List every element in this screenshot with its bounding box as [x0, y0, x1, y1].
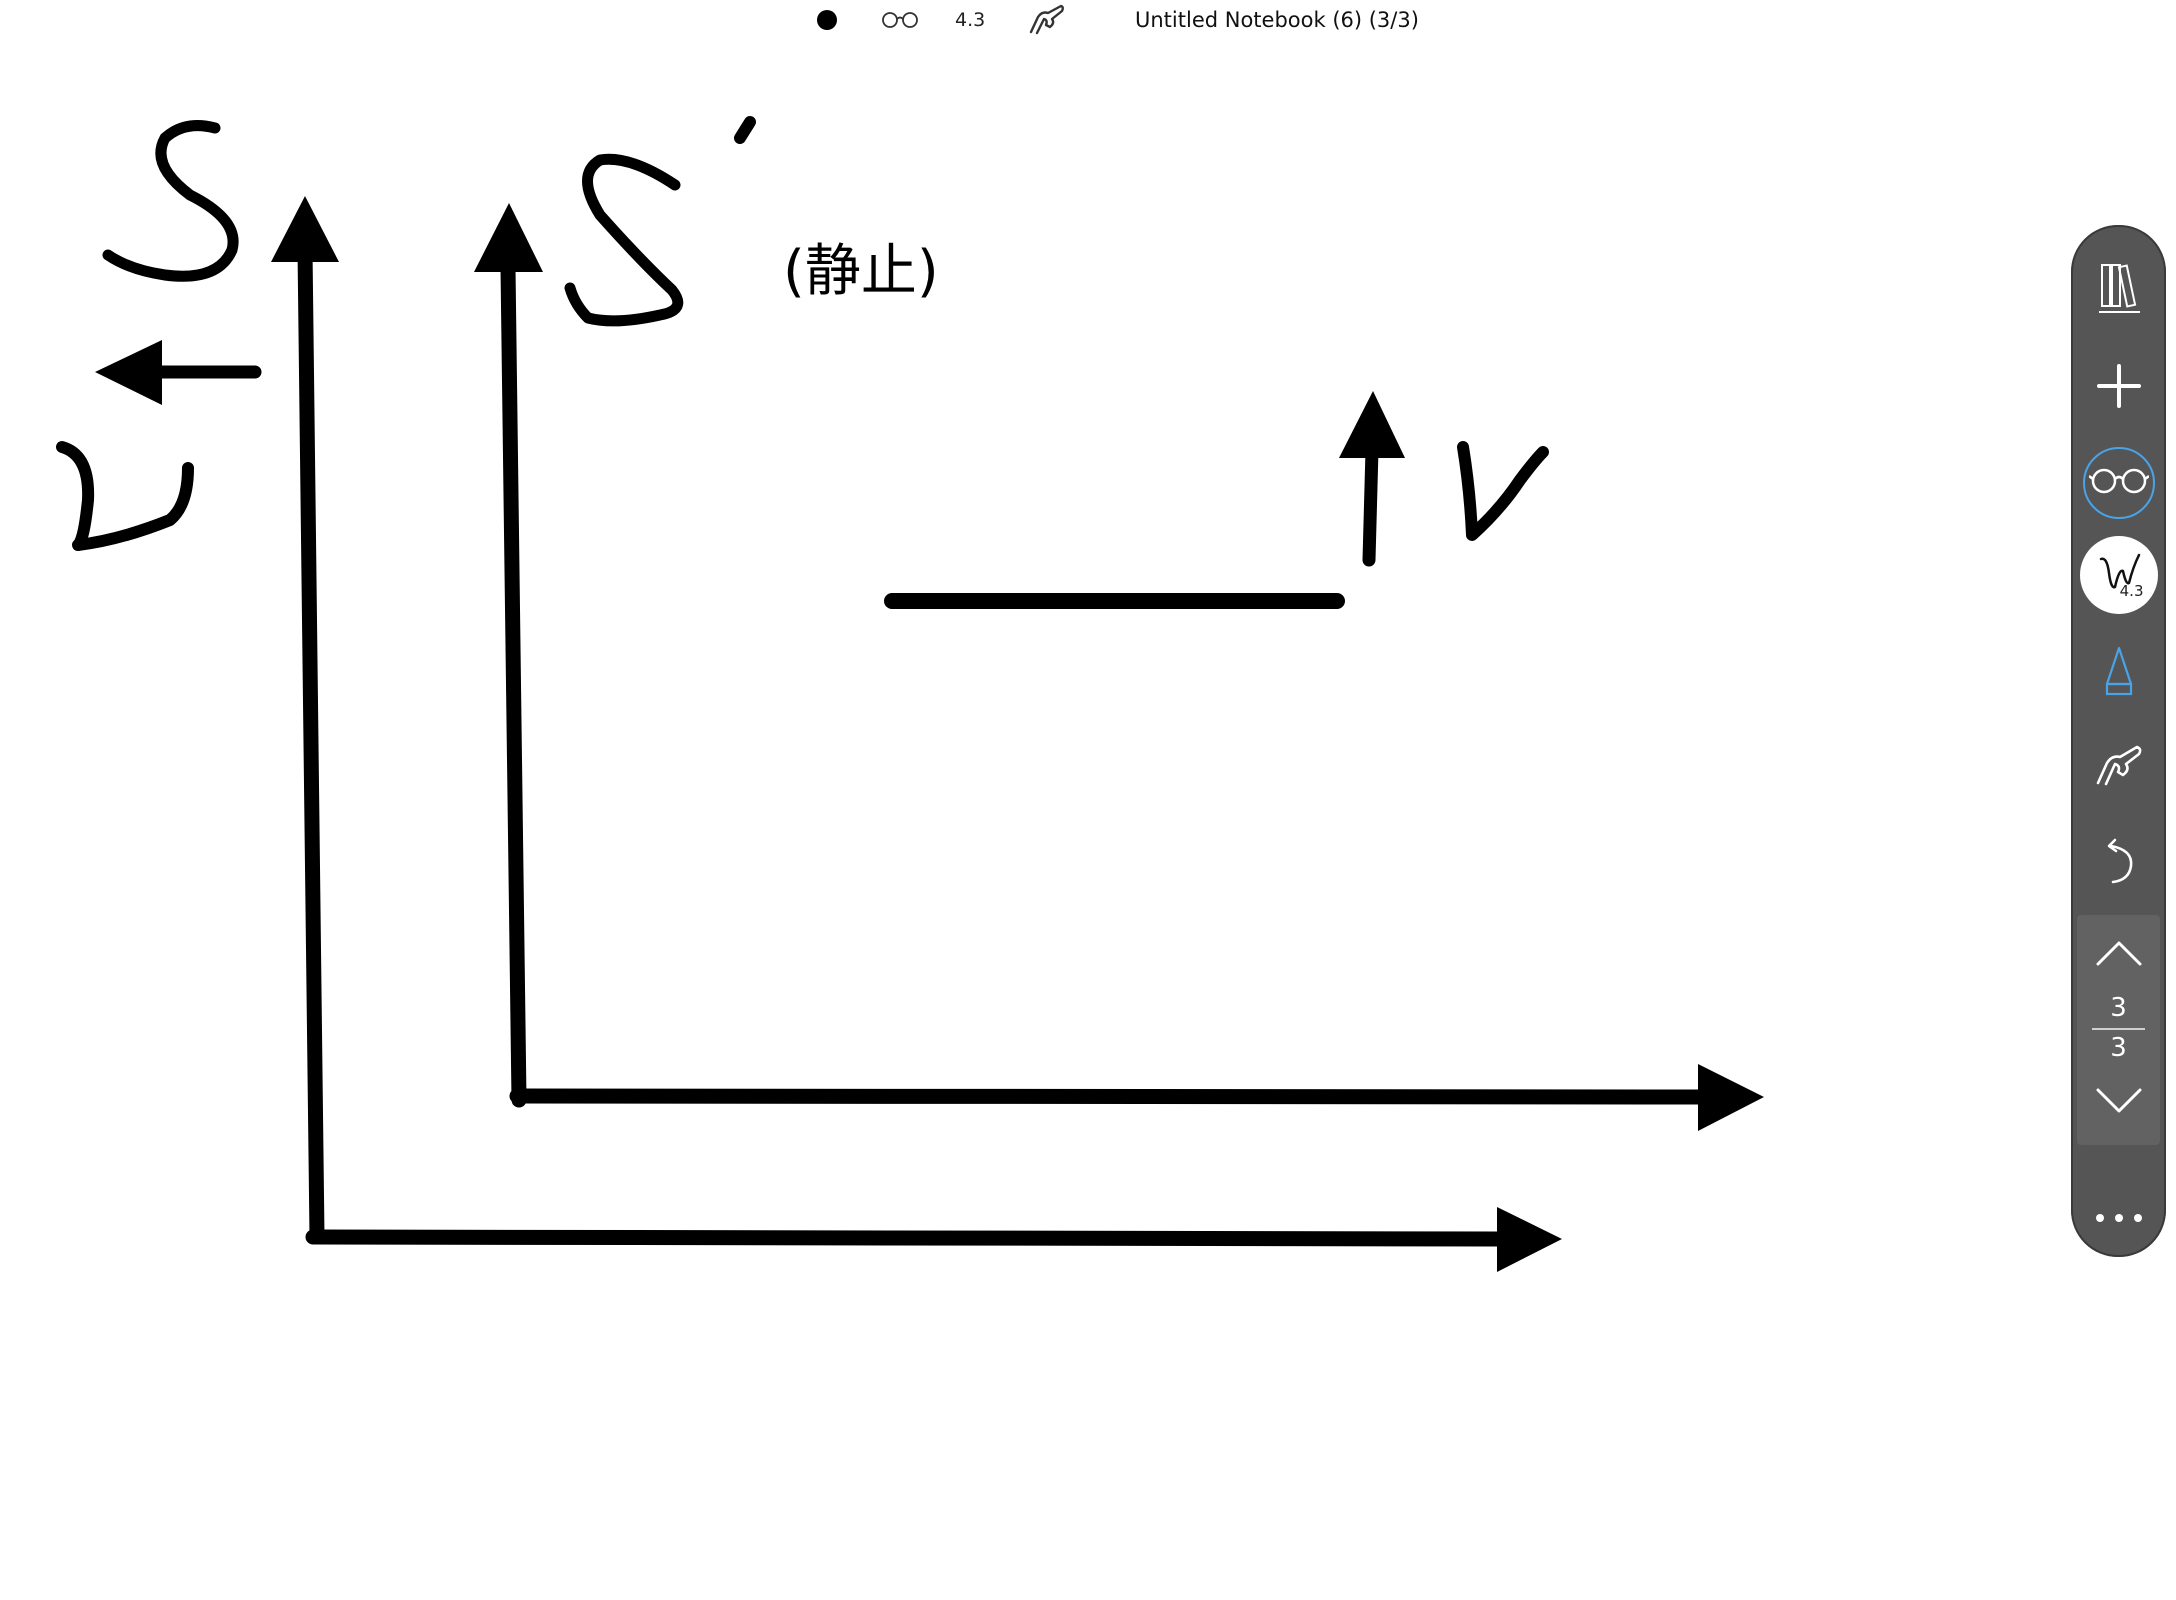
pencil-icon	[2101, 644, 2137, 702]
undo-icon	[2099, 838, 2139, 892]
pencil-tool-button[interactable]	[2071, 633, 2166, 713]
pen-tool-button[interactable]: 4.3	[2071, 535, 2166, 615]
reading-mode-button[interactable]	[2071, 443, 2166, 523]
right-toolbar: 4.3 3 3	[2071, 225, 2166, 1257]
rod-velocity-letter-v	[1457, 441, 1549, 541]
pen-size-label: 4.3	[2119, 582, 2144, 600]
s-frame-y-arrowhead	[271, 196, 339, 262]
s-prime-x-arrowhead	[1698, 1064, 1764, 1131]
s-frame-velocity-letter-v	[56, 441, 194, 551]
letter-s-prime	[564, 153, 684, 327]
rest-annotation: (静止)	[783, 239, 939, 304]
prime-mark	[734, 116, 756, 144]
page-navigator: 3 3	[2077, 915, 2160, 1145]
page-divider	[2092, 1028, 2145, 1030]
library-button[interactable]	[2071, 250, 2166, 330]
library-icon	[2095, 260, 2143, 320]
previous-page-button[interactable]	[2077, 925, 2160, 985]
rod-velocity-shaft	[1362, 443, 1379, 567]
current-page-number: 3	[2110, 993, 2127, 1023]
total-page-number: 3	[2110, 1033, 2127, 1063]
s-prime-x-axis	[509, 1088, 1708, 1105]
s-prime-y-arrowhead	[474, 203, 543, 272]
rod-velocity-arrowhead	[1339, 391, 1405, 458]
next-page-button[interactable]	[2077, 1073, 2160, 1133]
undo-button[interactable]	[2071, 825, 2166, 905]
hand-tool-button[interactable]	[2071, 728, 2166, 808]
reading-glasses-icon	[2087, 467, 2150, 499]
s-frame-velocity-arrowhead	[95, 340, 162, 405]
more-icon	[2094, 1209, 2144, 1228]
add-icon	[2096, 363, 2142, 413]
drawing-canvas[interactable]	[0, 0, 2176, 1600]
hand-icon	[2094, 743, 2144, 793]
s-frame-x-arrowhead	[1497, 1207, 1562, 1272]
chevron-up-icon	[2094, 938, 2144, 972]
s-frame-x-axis	[305, 1229, 1508, 1247]
notebook-page: 4.3 Untitled Notebook (6) (3/3) (静止) 4.3…	[0, 0, 2176, 1600]
chevron-down-icon	[2094, 1086, 2144, 1120]
letter-s	[102, 120, 239, 282]
add-button[interactable]	[2071, 348, 2166, 428]
s-frame-y-axis	[297, 242, 325, 1245]
more-options-button[interactable]	[2071, 1188, 2166, 1248]
s-prime-y-axis	[500, 260, 527, 1108]
